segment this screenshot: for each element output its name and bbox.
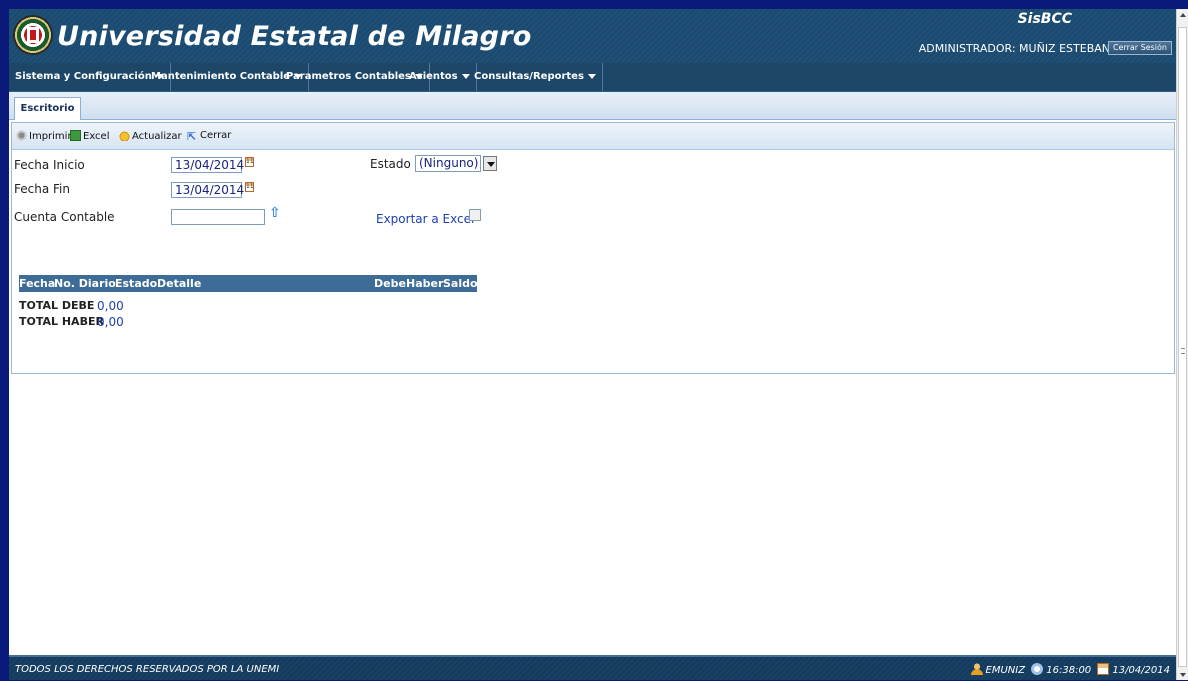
export-excel-checkbox[interactable] [469, 209, 481, 221]
refresh-icon [119, 130, 130, 141]
column-header-debe[interactable]: Debe [374, 275, 406, 292]
refresh-label: Actualizar [132, 131, 182, 142]
app-header: Universidad Estatal de Milagro SisBCC AD… [9, 9, 1176, 63]
status-time: 16:38:00 [1046, 665, 1092, 676]
cuenta-contable-input[interactable] [171, 209, 265, 225]
column-header-estado[interactable]: Estado [115, 275, 157, 292]
refresh-button[interactable]: Actualizar [119, 130, 182, 144]
university-logo [13, 15, 53, 55]
status-info: EMUNIZ 16:38:00 13/04/2014 [968, 663, 1170, 676]
scroll-up-icon[interactable] [1180, 13, 1186, 17]
main-menu-bar: Sistema y Configuración Mantenimiento Co… [9, 63, 1176, 92]
excel-label: Excel [83, 131, 110, 142]
excel-button[interactable]: Excel [70, 130, 110, 144]
close-button[interactable]: ⇱ Cerrar [187, 130, 231, 144]
calendar-icon[interactable]: 11 [245, 157, 254, 167]
status-date: 13/04/2014 [1112, 665, 1170, 676]
current-user-label: ADMINISTRADOR: MUÑIZ ESTEBAN [918, 42, 1110, 55]
total-debe-label: TOTAL DEBE [19, 299, 95, 312]
status-footer: TODOS LOS DERECHOS RESERVADOS POR LA UNE… [9, 655, 1176, 681]
menu-label: Parametros Contables [286, 71, 411, 82]
window-left-border [0, 0, 9, 681]
scroll-grip-icon [1181, 348, 1185, 354]
chevron-down-icon [587, 73, 596, 79]
tab-escritorio[interactable]: Escritorio [14, 97, 81, 120]
total-haber-value: 0,00 [97, 315, 124, 329]
user-icon [970, 663, 983, 675]
export-excel-label[interactable]: Exportar a Excel [376, 212, 474, 226]
scroll-thumb[interactable] [1178, 27, 1187, 667]
estado-select[interactable]: (Ninguno) [415, 155, 481, 172]
clock-icon [1031, 663, 1044, 675]
scroll-down-icon[interactable] [1180, 673, 1186, 677]
cuenta-contable-label: Cuenta Contable [14, 210, 115, 224]
column-header-fecha[interactable]: Fecha [19, 275, 55, 292]
column-header-saldo[interactable]: Saldo [443, 275, 478, 292]
menu-asientos[interactable]: Asientos [403, 63, 477, 91]
column-header-detalle[interactable]: Detalle [157, 275, 201, 292]
print-label: Imprimir [29, 131, 72, 142]
printer-icon [16, 130, 27, 141]
column-header-haber[interactable]: Haber [406, 275, 443, 292]
status-username: EMUNIZ [985, 665, 1026, 676]
total-haber-label: TOTAL HABER [19, 315, 104, 328]
app-name: SisBCC [1017, 11, 1072, 27]
fecha-inicio-label: Fecha Inicio [14, 158, 85, 172]
window-top-border [0, 0, 1188, 9]
print-button[interactable]: Imprimir [16, 130, 72, 144]
university-title: Universidad Estatal de Milagro [57, 21, 532, 52]
copyright-text: TODOS LOS DERECHOS RESERVADOS POR LA UNE… [15, 664, 280, 675]
menu-label: Mantenimiento Contable [151, 71, 291, 82]
menu-consultas-reportes[interactable]: Consultas/Reportes [468, 63, 603, 91]
menu-label: Sistema y Configuración [15, 71, 152, 82]
grid-header: Fecha No. Diario Estado Detalle Debe Hab… [19, 275, 478, 292]
chevron-down-icon[interactable] [483, 156, 497, 171]
up-arrow-icon[interactable]: ⇧ [269, 205, 281, 221]
report-toolbar: Imprimir Excel Actualizar ⇱ Cerrar [12, 123, 1174, 150]
calendar-icon[interactable]: 11 [245, 182, 254, 192]
app-window: Universidad Estatal de Milagro SisBCC AD… [0, 0, 1188, 681]
vertical-scrollbar[interactable] [1176, 9, 1188, 681]
fecha-inicio-input[interactable]: 13/04/2014 [171, 157, 244, 173]
close-icon: ⇱ [187, 130, 197, 143]
close-label: Cerrar [200, 130, 232, 141]
excel-icon [70, 130, 81, 141]
fecha-fin-label: Fecha Fin [14, 182, 70, 196]
logout-button[interactable]: Cerrar Sesión [1107, 41, 1172, 55]
total-debe-value: 0,00 [97, 299, 124, 313]
calendar-icon [1097, 663, 1110, 675]
menu-label: Asientos [409, 71, 458, 82]
menu-label: Consultas/Reportes [474, 71, 584, 82]
fecha-fin-input[interactable]: 13/04/2014 [171, 182, 244, 198]
logo-shield-icon [27, 27, 39, 43]
estado-label: Estado [370, 157, 411, 171]
column-header-no-diario[interactable]: No. Diario [54, 275, 116, 292]
tab-bar: Escritorio [9, 92, 1176, 120]
